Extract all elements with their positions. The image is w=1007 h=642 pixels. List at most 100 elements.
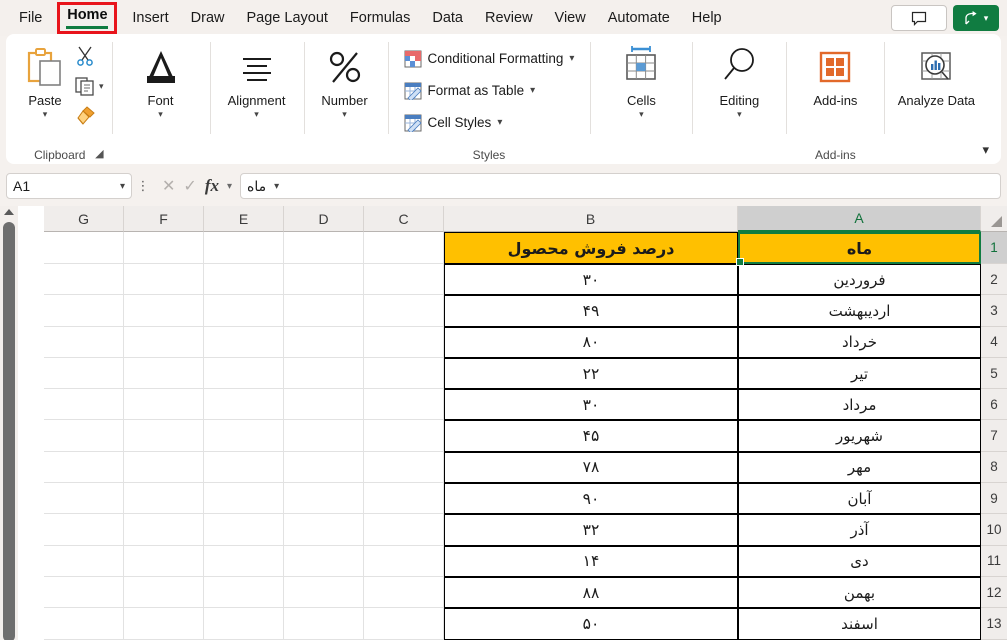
row-header-5[interactable]: 5 [981,357,1007,390]
cell-g4[interactable] [44,326,124,358]
cell-f5[interactable] [124,357,204,390]
column-header-c[interactable]: C [364,206,444,232]
number-button[interactable]: Number ▾ [312,39,378,119]
cell-b10[interactable]: ۳۲ [444,514,738,546]
cell-d12[interactable] [284,576,364,609]
tab-draw[interactable]: Draw [180,3,236,33]
cell-f11[interactable] [124,545,204,577]
cells-chevron-down-icon[interactable]: ▾ [639,109,644,119]
cell-b8[interactable]: ۷۸ [444,451,738,484]
tab-home[interactable]: Home [53,1,121,35]
cell-f2[interactable] [124,264,204,296]
cell-g12[interactable] [44,576,124,609]
cell-c4[interactable] [364,326,444,358]
column-header-e[interactable]: E [204,206,284,232]
alignment-button[interactable]: Alignment ▾ [220,39,294,119]
cell-a13[interactable]: اسفند [738,608,981,640]
cell-f12[interactable] [124,576,204,609]
cell-d6[interactable] [284,389,364,421]
cell-b1[interactable]: درصد فروش محصول [444,232,738,264]
cell-g7[interactable] [44,420,124,452]
cell-a1[interactable]: ماه [738,232,981,264]
name-box[interactable]: A1 ▾ [6,173,132,199]
column-header-a[interactable]: A [738,206,981,232]
tab-help[interactable]: Help [681,3,733,33]
cell-g10[interactable] [44,514,124,546]
column-header-b[interactable]: B [444,206,738,232]
number-chevron-down-icon[interactable]: ▾ [342,109,347,119]
column-header-g[interactable]: G [44,206,124,232]
cell-styles-button[interactable]: Cell Styles ▾ [398,108,581,138]
cell-f8[interactable] [124,451,204,484]
cell-styles-chevron-down-icon[interactable]: ▾ [497,117,502,128]
formula-expand-chevron-down-icon[interactable]: ▾ [274,181,279,192]
row-header-8[interactable]: 8 [981,451,1007,484]
insert-function-chevron-down-icon[interactable]: ▾ [227,181,232,192]
cell-c5[interactable] [364,357,444,390]
cut-button[interactable] [74,43,104,69]
ribbon-group-editing[interactable]: Editing ▾ [692,34,786,142]
row-header-11[interactable]: 11 [981,545,1007,577]
cell-g2[interactable] [44,264,124,296]
comments-button[interactable] [891,5,947,31]
select-all-corner[interactable] [981,206,1007,232]
cell-e5[interactable] [204,357,284,390]
ribbon-collapse-chevron-down-icon[interactable]: ▾ [982,142,989,158]
formula-input[interactable]: ▾ ماه [240,173,1001,199]
check-icon[interactable]: ✓ [183,176,196,196]
tab-review[interactable]: Review [474,3,544,33]
cell-d9[interactable] [284,483,364,515]
cell-e13[interactable] [204,608,284,640]
tab-file[interactable]: File [8,3,53,33]
cell-c1[interactable] [364,232,444,264]
cell-g1[interactable] [44,232,124,264]
format-painter-button[interactable] [74,103,104,129]
conditional-formatting-button[interactable]: Conditional Formatting ▾ [398,44,581,74]
font-chevron-down-icon[interactable]: ▾ [158,109,163,119]
cell-a6[interactable]: مرداد [738,389,981,421]
format-as-table-chevron-down-icon[interactable]: ▾ [530,85,535,96]
cell-g9[interactable] [44,483,124,515]
cell-b7[interactable]: ۴۵ [444,420,738,452]
cells-button[interactable]: Cells ▾ [604,39,678,119]
analyze-data-button[interactable]: Analyze Data [896,39,976,108]
editing-chevron-down-icon[interactable]: ▾ [737,109,742,119]
ribbon-group-alignment[interactable]: Alignment ▾ [209,34,304,142]
row-header-13[interactable]: 13 [981,608,1007,640]
copy-chevron-down-icon[interactable]: ▾ [99,81,104,92]
tab-data[interactable]: Data [421,3,474,33]
cell-c9[interactable] [364,483,444,515]
cell-c11[interactable] [364,545,444,577]
cell-e3[interactable] [204,295,284,327]
cell-g6[interactable] [44,389,124,421]
cell-c13[interactable] [364,608,444,640]
cell-a11[interactable]: دی [738,545,981,577]
cell-e9[interactable] [204,483,284,515]
cell-a5[interactable]: تیر [738,357,981,390]
scrollbar-thumb[interactable] [3,222,15,642]
copy-button[interactable]: ▾ [74,73,104,99]
cell-f9[interactable] [124,483,204,515]
cell-e12[interactable] [204,576,284,609]
row-header-1[interactable]: 1 [981,232,1007,264]
share-button[interactable]: ▾ [953,5,999,31]
cell-d13[interactable] [284,608,364,640]
cell-e2[interactable] [204,264,284,296]
cell-g13[interactable] [44,608,124,640]
cell-d3[interactable] [284,295,364,327]
row-header-7[interactable]: 7 [981,420,1007,452]
row-header-10[interactable]: 10 [981,514,1007,546]
cell-b5[interactable]: ۲۲ [444,357,738,390]
cell-g8[interactable] [44,451,124,484]
font-button[interactable]: Font ▾ [124,39,198,119]
tab-formulas[interactable]: Formulas [339,3,421,33]
cell-e11[interactable] [204,545,284,577]
cell-c8[interactable] [364,451,444,484]
cell-b2[interactable]: ۳۰ [444,264,738,296]
cell-d7[interactable] [284,420,364,452]
cell-e7[interactable] [204,420,284,452]
add-ins-button[interactable]: Add-ins [798,39,872,108]
column-header-d[interactable]: D [284,206,364,232]
cell-b4[interactable]: ۸۰ [444,326,738,358]
row-header-12[interactable]: 12 [981,576,1007,609]
